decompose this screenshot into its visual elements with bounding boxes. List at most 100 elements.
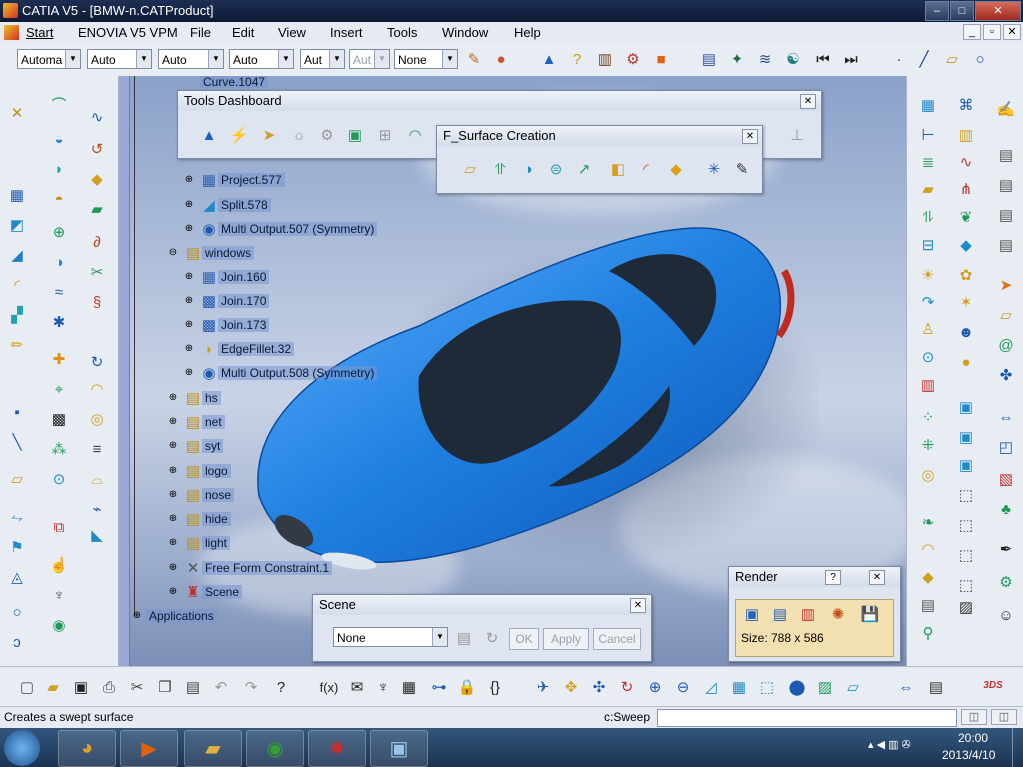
tree-item-scene[interactable]: ♜ Scene [184,583,243,601]
sheet-icon[interactable]: ▤ [917,594,939,616]
cube-icon[interactable]: ⬚ [955,484,977,506]
loop-icon[interactable]: ↺ [86,138,108,160]
tree-expand-icon[interactable]: ⊕ [182,222,196,236]
tree-expand-icon[interactable]: ⊕ [166,415,180,429]
tree-item-join-160[interactable]: ▦ Join.160 [200,268,270,286]
edit-scene-icon[interactable]: ▤ [453,627,475,649]
rotate-icon[interactable]: ↻ [616,676,638,698]
display-icon[interactable]: ▣ [344,124,366,146]
hide-show-icon[interactable]: ▨ [814,676,836,698]
tree-collapse-icon[interactable]: ⊖ [166,246,180,260]
undo-icon[interactable]: ↶ [210,676,232,698]
pan-icon[interactable]: ✣ [588,676,610,698]
tree-expand-icon[interactable]: ⊕ [166,439,180,453]
flower-icon[interactable]: ✿ [955,264,977,286]
globe-icon[interactable]: ◉ [48,614,70,636]
menu-tools[interactable]: Tools [387,25,417,40]
tree-item-applications[interactable]: Applications [146,607,217,625]
zoom-out-icon[interactable]: ⊖ [672,676,694,698]
wave-red-icon[interactable]: ∿ [955,151,977,173]
mesh-icon[interactable]: ⊟ [917,234,939,256]
ring-icon[interactable]: ○ [6,601,28,623]
circle-icon[interactable]: ○ [969,48,991,70]
wedge-icon[interactable]: ◣ [86,524,108,546]
tree-expand-icon[interactable]: ⊕ [166,391,180,405]
extrude-icon[interactable]: ▰ [86,198,108,220]
comment-icon[interactable]: ✉ [346,676,368,698]
matrix-icon[interactable]: ▩ [48,408,70,430]
explorer-icon[interactable]: ▰ [184,730,242,767]
cross-node-icon[interactable]: ⌖ [48,378,70,400]
star-icon[interactable]: ✱ [48,311,70,333]
close-icon[interactable]: ✕ [742,129,758,144]
lens-icon[interactable]: ◎ [86,408,108,430]
tube-icon[interactable]: ⊙ [917,346,939,368]
net-surface-icon[interactable]: ✳ [703,158,725,180]
sweep-icon[interactable]: § [86,291,108,313]
tree-expand-icon[interactable]: ⊕ [182,342,196,356]
blend-icon[interactable]: ◓ [48,188,70,210]
multi-view-icon[interactable]: ▦ [728,676,750,698]
loop-alt-icon[interactable]: ↻ [86,351,108,373]
sweep-surface-icon[interactable]: ↗ [573,158,595,180]
apply-button[interactable]: Apply [543,628,589,650]
tree-expand-icon[interactable]: ⊕ [182,198,196,212]
tree-expand-icon[interactable]: ⊕ [166,536,180,550]
copy-icon[interactable]: ❐ [154,676,176,698]
wind-icon[interactable]: ≋ [754,48,776,70]
painter-icon[interactable]: ✎ [463,48,485,70]
cut-icon[interactable]: ✂ [126,676,148,698]
menu-file[interactable]: File [190,25,211,40]
doc-icon[interactable]: ▤ [995,144,1017,166]
scene-select[interactable]: None ▼ [333,627,448,647]
extrude-surface-icon[interactable]: ⥣ [489,158,511,180]
surface-icon[interactable]: ◒ [48,128,70,150]
light-icon[interactable]: ☯ [782,48,804,70]
arc-icon[interactable]: ◜ [6,274,28,296]
shading-icon[interactable]: ⬤ [786,676,808,698]
offset-icon[interactable]: ◩ [6,214,28,236]
tree-item-syt[interactable]: ▤ syt [184,437,224,455]
tree-expand-icon[interactable]: ⊕ [166,464,180,478]
plus-grid-icon[interactable]: ✚ [48,348,70,370]
publish-icon[interactable]: ▲ [198,124,220,146]
tree-item-windows[interactable]: ▤ windows [184,244,255,262]
lock-icon[interactable]: 🔒 [456,676,478,698]
curve-net-icon[interactable]: ⌘ [955,94,977,116]
smile-icon[interactable]: ☺ [995,604,1017,626]
tree-expand-icon[interactable]: ⊕ [182,270,196,284]
skip-forward-icon[interactable]: ⏭ [840,48,862,70]
select-icon[interactable]: ➤ [258,124,280,146]
doc-icon[interactable]: ▤ [995,174,1017,196]
refresh-icon[interactable]: ↻ [481,627,503,649]
hat-icon[interactable]: ◠ [917,538,939,560]
catia-task-icon[interactable]: ✸ [308,730,366,767]
cube-icon[interactable]: ⬚ [955,514,977,536]
wave-icon[interactable]: ≈ [48,281,70,303]
fan-icon[interactable]: ✤ [995,364,1017,386]
tree-item-project[interactable]: ▦ Project.577 [200,171,285,189]
tree-expand-icon[interactable]: ⊕ [182,173,196,187]
shape-icon[interactable]: ▞ [6,304,28,326]
plane-icon[interactable]: ▱ [941,48,963,70]
tree-expand-icon[interactable]: ⊕ [182,294,196,308]
apply-material-icon[interactable]: ● [490,48,512,70]
plane-surface-icon[interactable]: ▱ [459,158,481,180]
tree-expand-icon[interactable]: ⊕ [166,512,180,526]
filter-icon[interactable]: ⚡ [228,124,250,146]
point-icon[interactable]: · [888,48,910,70]
datum-icon[interactable]: ☼ [288,124,310,146]
paste-icon[interactable]: ▤ [182,676,204,698]
view-document-icon[interactable]: ▤ [698,48,720,70]
stripes-icon[interactable]: ≡ [86,438,108,460]
analysis-icon[interactable]: ⚙ [622,48,644,70]
curve-icon[interactable]: ⌒ [48,94,70,116]
save-icon[interactable]: ▣ [70,676,92,698]
connect-icon[interactable]: ◑ [48,251,70,273]
tree-item-net[interactable]: ▤ net [184,413,225,431]
close-icon[interactable]: ✕ [800,94,816,109]
cube-icon[interactable]: ⬚ [955,574,977,596]
fold-icon[interactable]: ⥮ [917,206,939,228]
gauge-icon[interactable]: ◠ [404,124,426,146]
render-view-icon[interactable]: ▥ [797,603,819,625]
